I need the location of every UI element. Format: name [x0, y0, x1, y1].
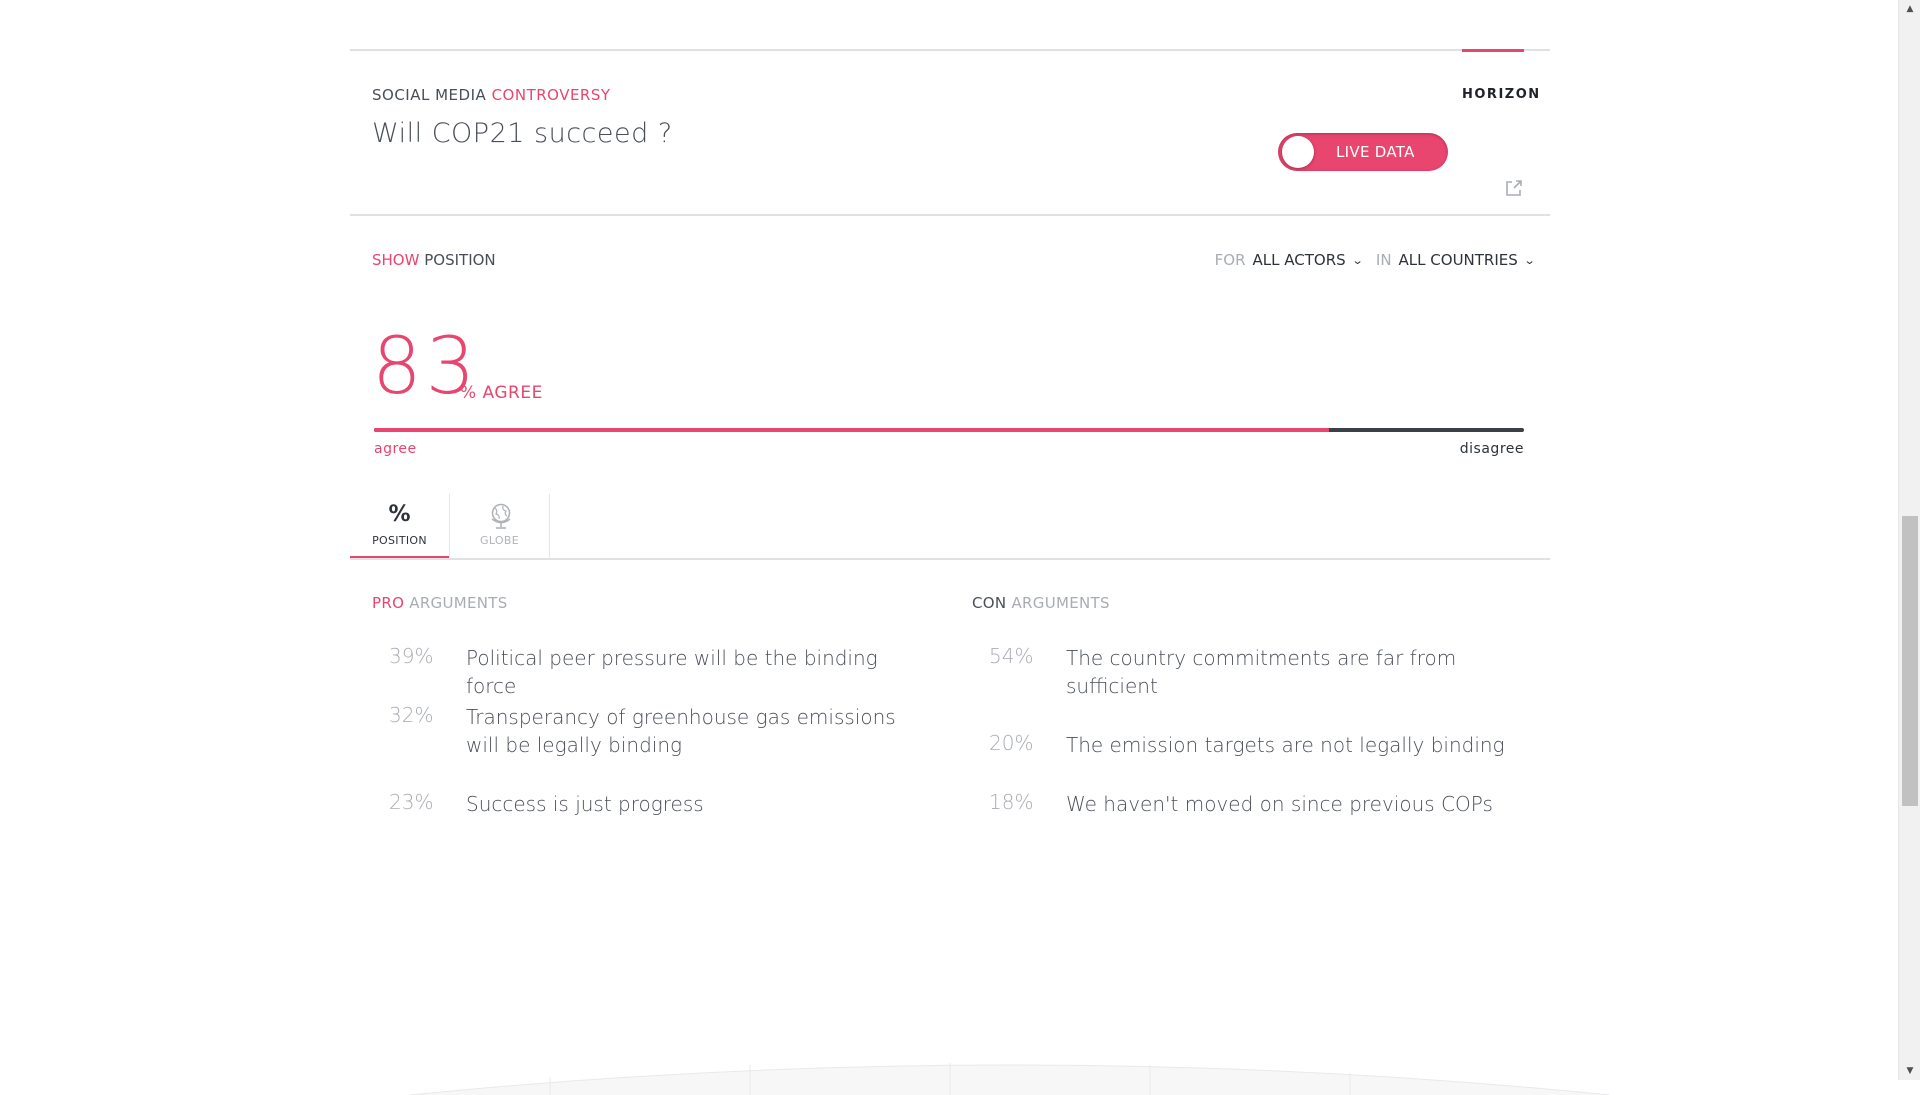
header-divider	[350, 214, 1550, 216]
argument-percentage: 54%	[989, 644, 1034, 668]
con-argument-item[interactable]: 18% We haven't moved on since previous C…	[972, 790, 1532, 818]
argument-text: The country commitments are far from suf…	[1066, 646, 1457, 698]
argument-text: Success is just progress	[466, 792, 704, 816]
con-argument-item[interactable]: 20% The emission targets are not legally…	[972, 731, 1532, 759]
show-value: POSITION	[424, 251, 496, 269]
live-data-label: LIVE DATA	[1336, 143, 1415, 161]
bottom-decoration	[410, 1063, 1610, 1095]
scroll-up-arrow-icon[interactable]: ▲	[1899, 0, 1920, 18]
agree-fill	[374, 428, 1329, 432]
tab-position-label: POSITION	[372, 534, 427, 547]
countries-value: ALL COUNTRIES	[1398, 251, 1518, 269]
pro-argument-item[interactable]: 39% Political peer pressure will be the …	[372, 644, 932, 700]
disagree-label: disagree	[1459, 441, 1524, 457]
chevron-down-icon: ⌄	[1351, 253, 1364, 267]
argument-percentage: 23%	[389, 790, 434, 814]
argument-text: We haven't moved on since previous COPs	[1066, 792, 1493, 816]
argument-percentage: 20%	[989, 731, 1034, 755]
percent-icon: %	[388, 502, 411, 527]
argument-percentage: 32%	[389, 703, 434, 727]
tab-globe[interactable]: GLOBE	[450, 494, 550, 558]
pro-argument-item[interactable]: 32% Transperancy of greenhouse gas emiss…	[372, 703, 932, 759]
globe-icon	[491, 503, 511, 529]
scroll-down-arrow-icon[interactable]: ▼	[1899, 1062, 1920, 1080]
con-arguments-heading: CON ARGUMENTS	[972, 594, 1110, 612]
pro-heading-highlight: PRO	[372, 594, 405, 612]
pro-arguments-heading: PRO ARGUMENTS	[372, 594, 508, 612]
kicker-prefix: SOCIAL MEDIA	[372, 86, 487, 104]
kicker-highlight: CONTROVERSY	[491, 86, 611, 104]
actors-prefix: FOR	[1214, 251, 1246, 269]
scrollbar-thumb[interactable]	[1902, 516, 1918, 806]
controversy-card: SOCIAL MEDIA CONTROVERSY Will COP21 succ…	[350, 0, 1610, 1095]
argument-percentage: 18%	[989, 790, 1034, 814]
argument-text: The emission targets are not legally bin…	[1066, 733, 1505, 757]
actors-filter[interactable]: FOR ALL ACTORS ⌄	[1214, 251, 1364, 269]
filters: FOR ALL ACTORS ⌄ IN ALL COUNTRIES ⌄	[1214, 251, 1536, 269]
agree-percentage-label: % AGREE	[460, 383, 543, 403]
actors-value: ALL ACTORS	[1252, 251, 1346, 269]
con-argument-item[interactable]: 54% The country commitments are far from…	[972, 644, 1532, 700]
pro-argument-item[interactable]: 23% Success is just progress	[372, 790, 932, 818]
toggle-knob	[1282, 136, 1314, 168]
pro-heading-rest: ARGUMENTS	[409, 594, 508, 612]
top-divider	[350, 49, 1550, 51]
tabs-divider	[350, 558, 1550, 560]
countries-filter[interactable]: IN ALL COUNTRIES ⌄	[1375, 251, 1536, 269]
page-title: Will COP21 succeed ?	[372, 118, 673, 149]
tab-position[interactable]: % POSITION	[350, 494, 450, 559]
section-kicker: SOCIAL MEDIA CONTROVERSY	[372, 86, 611, 104]
show-prefix: SHOW	[372, 251, 420, 269]
argument-text: Transperancy of greenhouse gas emissions…	[466, 705, 896, 757]
brand-logo: HORIZON	[1462, 87, 1541, 102]
live-data-toggle[interactable]: LIVE DATA	[1278, 133, 1448, 171]
con-heading-rest: ARGUMENTS	[1011, 594, 1110, 612]
scrollbar[interactable]: ▲ ▼	[1898, 0, 1920, 1080]
countries-prefix: IN	[1375, 251, 1392, 269]
argument-text: Political peer pressure will be the bind…	[466, 646, 878, 698]
brand-accent-bar	[1462, 49, 1524, 52]
argument-percentage: 39%	[389, 644, 434, 668]
view-tabs: % POSITION GLOBE	[350, 494, 550, 559]
agree-disagree-bar	[374, 428, 1524, 432]
tab-globe-label: GLOBE	[480, 534, 519, 547]
show-selector[interactable]: SHOW POSITION	[372, 251, 496, 269]
agree-label: agree	[374, 441, 417, 457]
con-heading-highlight: CON	[972, 594, 1007, 612]
chevron-down-icon: ⌄	[1523, 253, 1536, 267]
share-icon[interactable]	[1504, 178, 1524, 198]
